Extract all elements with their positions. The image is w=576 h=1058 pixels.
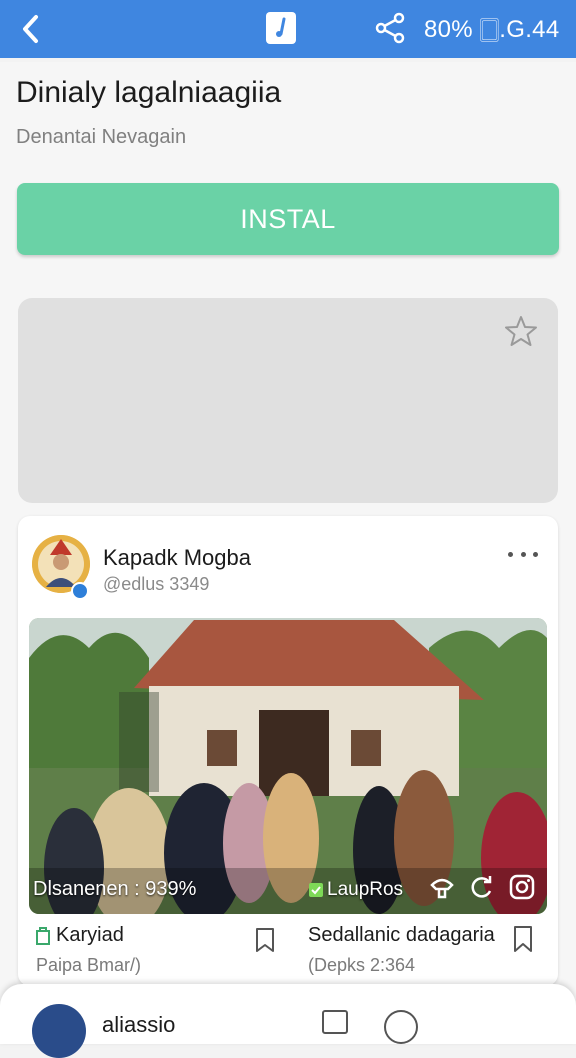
avatar[interactable] — [32, 1004, 86, 1058]
post-card: Kapadk Mogba @edlus 3349 Dlsanenen: 939… — [18, 516, 558, 986]
next-post-author: aliassio — [102, 1012, 176, 1037]
hat-icon[interactable] — [429, 874, 455, 900]
chevron-left-icon — [23, 15, 38, 43]
bookmark-icon[interactable] — [512, 925, 534, 953]
back-button[interactable] — [14, 12, 48, 46]
footer-left-title[interactable]: Karyiad — [56, 924, 124, 947]
next-post-card[interactable]: aliassio — [0, 984, 576, 1058]
bookmark-icon[interactable] — [254, 927, 276, 953]
media-placeholder — [18, 298, 558, 503]
app-icon-button[interactable] — [266, 12, 296, 44]
share-icon — [375, 12, 405, 44]
photo-caption-location-text: LaupRos — [327, 879, 404, 900]
share-button[interactable] — [372, 10, 408, 46]
footer-left-subtitle: Paipa Bmar/) — [36, 955, 142, 975]
install-button[interactable]: INSTAL — [17, 183, 559, 255]
developer-name[interactable]: Denantai Nevagain — [16, 126, 186, 149]
app-title: Dinialy lagalniaagiia — [16, 76, 282, 109]
footer-right-subtitle: (Depks 2:364 — [308, 955, 416, 975]
photo-caption-left: Dlsanenen : 939% — [33, 878, 197, 900]
footer-right-title[interactable]: Sedallanic dadagaria — [308, 924, 495, 947]
star-outline-icon[interactable] — [504, 314, 538, 348]
post-photo[interactable]: Dlsanenen : 939% LaupRos — [29, 618, 547, 914]
photo-action-icons — [429, 874, 535, 900]
top-bar: 80% 🀆.G.44 — [0, 0, 576, 58]
instagram-icon[interactable] — [509, 874, 535, 900]
status-text: 80% 🀆.G.44 — [424, 16, 560, 43]
check-icon — [309, 883, 323, 897]
post-footer-left: Karyiad Paipa Bmar/) — [36, 924, 276, 976]
refresh-icon[interactable] — [469, 874, 495, 900]
post-author-handle: @edlus 3349 — [103, 574, 210, 594]
verified-badge-icon — [71, 582, 89, 600]
village-house-photo — [29, 618, 547, 914]
app-detail-sheet: Dinialy lagalniaagiia Denantai Nevagain … — [0, 62, 576, 1024]
edit-icon[interactable] — [322, 1010, 348, 1034]
music-note-icon — [276, 17, 286, 37]
more-horizontal-icon[interactable] — [508, 548, 538, 560]
circle-icon[interactable] — [384, 1010, 418, 1044]
photo-caption-location: LaupRos — [309, 879, 403, 901]
shopping-bag-icon — [36, 926, 50, 945]
post-author-name[interactable]: Kapadk Mogba — [103, 545, 251, 571]
